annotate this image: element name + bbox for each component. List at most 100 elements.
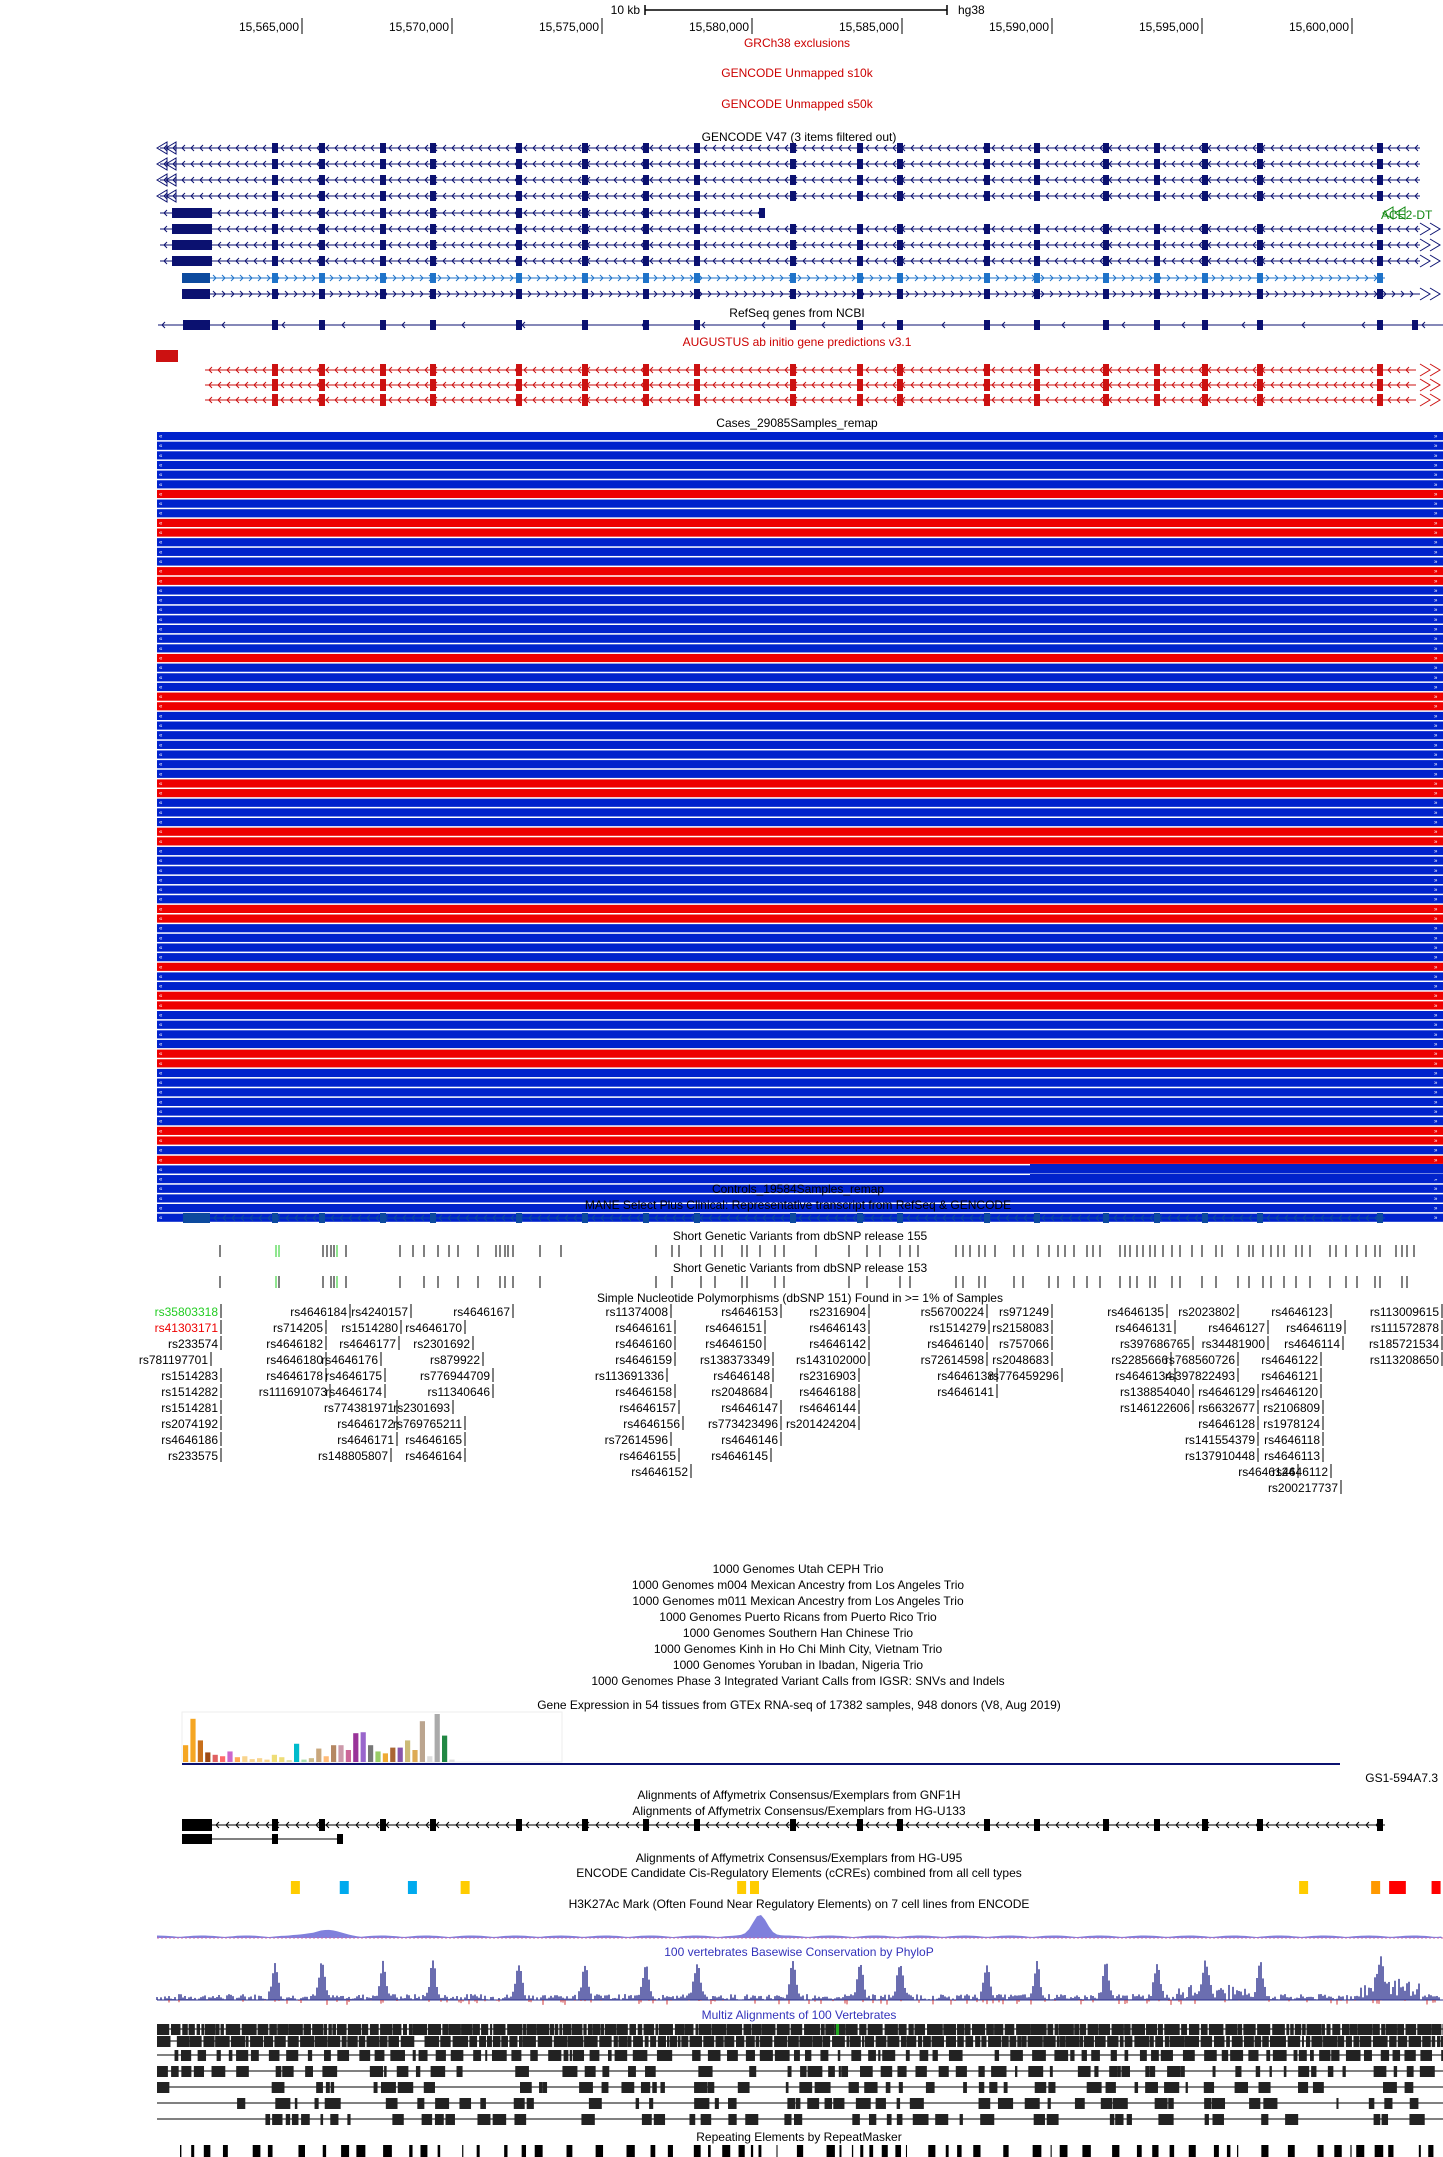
ccre-element [737,1881,747,1894]
repeatmasker-track[interactable] [180,2145,1434,2157]
exon-block [430,289,436,299]
multiz-block [415,2066,421,2077]
multiz-block [294,2098,298,2109]
track-title-controls[interactable]: Controls_19584Samples_remap [712,1182,884,1196]
snp-label: rs4646184 [290,1305,347,1319]
snp-label: rs2048684 [711,1385,768,1399]
augustus-track[interactable] [156,350,1441,407]
affy-hgu133-track[interactable] [182,1819,1385,1844]
track-title-dbsnp155[interactable]: Short Genetic Variants from dbSNP releas… [673,1229,928,1243]
track-title-affy-hgu133[interactable]: Alignments of Affymetrix Consensus/Exemp… [632,1804,966,1818]
case-sample-bar [157,1097,1443,1106]
track-title-g1000-m011[interactable]: 1000 Genomes m011 Mexican Ancestry from … [632,1594,964,1608]
multiz-block [1121,2066,1130,2077]
ccre-element [1389,1881,1399,1894]
exon-block [272,256,278,266]
case-sample-bar [157,856,1443,865]
multiz-block [1058,2024,1074,2035]
multiz-block [1298,2050,1307,2061]
base-position-ruler[interactable]: 10 kb hg38 15,565,000 15,570,000 15,575,00… [239,3,1353,34]
track-title-g1000-yoruba[interactable]: 1000 Genomes Yoruban in Ibadan, Nigeria … [673,1658,923,1672]
track-title-g1000-phase3[interactable]: 1000 Genomes Phase 3 Integrated Variant … [591,1674,1004,1688]
gene-label-ace2-dt[interactable]: ACE2-DT [1381,208,1433,222]
multiz-block [245,2036,249,2047]
dbsnp155-track[interactable] [219,1245,1415,1257]
track-title-mane[interactable]: MANE Select Plus Clinical: Representativ… [585,1198,1011,1212]
gtex-gene-label[interactable]: GS1-594A7.3 [1365,1771,1438,1785]
multiz-block [358,2036,366,2047]
exon-block [857,379,863,391]
multiz-block [1021,2036,1027,2047]
multiz-block [1312,2082,1324,2093]
common-snp-labels[interactable]: rs35803318 rs41303171 rs233574 rs781197701 r… [139,1304,1443,1495]
track-title-affy-gnf1h[interactable]: Alignments of Affymetrix Consensus/Exemp… [637,1788,960,1802]
h3k27ac-track[interactable] [157,1915,1443,1939]
case-sample-bar [157,1117,1443,1126]
exon-block [984,191,990,201]
track-title-affy-hgu95[interactable]: Alignments of Affymetrix Consensus/Exemp… [636,1851,963,1865]
track-title-gtex[interactable]: Gene Expression in 54 tissues from GTEx … [537,1698,1061,1712]
multiz-block [1384,2098,1393,2109]
track-title-phylop[interactable]: 100 vertebrates Basewise Conservation by… [664,1945,933,1959]
multiz-track[interactable] [157,2024,1443,2125]
exon-block [1034,175,1040,185]
exon-block [380,240,386,250]
gencode-track[interactable] [156,141,1441,301]
exon-block [430,240,436,250]
track-title-cases[interactable]: Cases_29085Samples_remap [716,416,878,430]
track-title-grch38-exclusions[interactable]: GRCh38 exclusions [744,36,850,50]
exon-block [897,240,903,250]
multiz-block [390,2050,405,2061]
multiz-block [1134,2036,1150,2047]
multiz-block [1139,2050,1147,2061]
exon-block [272,379,278,391]
snp-label: rs4646129 [1198,1385,1255,1399]
exon-block [1034,256,1040,266]
track-title-g1000-m004[interactable]: 1000 Genomes m004 Mexican Ancestry from … [632,1578,964,1592]
track-title-g1000-puerto-rico[interactable]: 1000 Genomes Puerto Ricans from Puerto R… [659,1610,937,1624]
utr-block [182,289,210,299]
multiz-block [1212,2066,1216,2077]
multiz-block [581,2114,595,2125]
track-title-common-snps[interactable]: Simple Nucleotide Polymorphisms (dbSNP 1… [597,1291,1003,1305]
encode-ccre-track[interactable] [290,1881,1441,1894]
track-title-encode-ccres[interactable]: ENCODE Candidate Cis-Regulatory Elements… [576,1866,1022,1880]
case-sample-bar [157,924,1443,933]
track-title-dbsnp153[interactable]: Short Genetic Variants from dbSNP releas… [673,1261,928,1275]
phylop-track[interactable] [156,1956,1443,2005]
dbsnp153-track[interactable] [219,1276,1408,1288]
genome-browser-image[interactable]: 10 kb hg38 15,565,000 15,570,000 15,575,00… [0,0,1443,2157]
multiz-block [434,2114,444,2125]
track-title-gencode-unmapped-s50k[interactable]: GENCODE Unmapped s50k [721,97,873,111]
exon-block [1034,289,1040,299]
repeat-element [1226,2145,1231,2157]
multiz-block [543,2082,548,2093]
track-title-gencode-unmapped-s10k[interactable]: GENCODE Unmapped s10k [721,66,873,80]
multiz-block [1397,2024,1405,2035]
track-title-gencode[interactable]: GENCODE V47 (3 items filtered out) [702,130,897,144]
track-title-refseq[interactable]: RefSeq genes from NCBI [729,306,864,320]
exon-block [582,224,588,234]
repeat-element [1188,2145,1196,2157]
snp-label: rs4646134 [1115,1369,1172,1383]
gtex-tissue-bar [227,1751,233,1762]
multiz-block [1083,2036,1094,2047]
track-title-g1000-han[interactable]: 1000 Genomes Southern Han Chinese Trio [683,1626,913,1640]
track-title-g1000-kinh[interactable]: 1000 Genomes Kinh in Ho Chi Minh City, V… [654,1642,943,1656]
track-title-repeatmasker[interactable]: Repeating Elements by RepeatMasker [696,2130,901,2144]
exon-block [380,320,386,330]
exon-block [1103,224,1109,234]
repeat-element [1169,2145,1175,2157]
track-title-multiz[interactable]: Multiz Alignments of 100 Vertebrates [702,2008,897,2022]
cases-track[interactable]: «»« »« »« »« »« »« »« »« »« »« »« »« »« »« »« »« »« »« »«»… [157,432,1443,1222]
multiz-block [522,2036,536,2047]
track-title-augustus[interactable]: AUGUSTUS ab initio gene predictions v3.1 [683,335,912,349]
multiz-block [562,2024,572,2035]
track-title-g1000-ceph[interactable]: 1000 Genomes Utah CEPH Trio [713,1562,884,1576]
gtex-track[interactable] [181,1711,1340,1765]
refseq-track[interactable] [158,320,1443,330]
multiz-block [632,2050,648,2061]
track-title-h3k27ac[interactable]: H3K27Ac Mark (Often Found Near Regulator… [569,1897,1030,1911]
case-sample-bar [157,953,1443,962]
repeat-element [1112,2145,1120,2157]
